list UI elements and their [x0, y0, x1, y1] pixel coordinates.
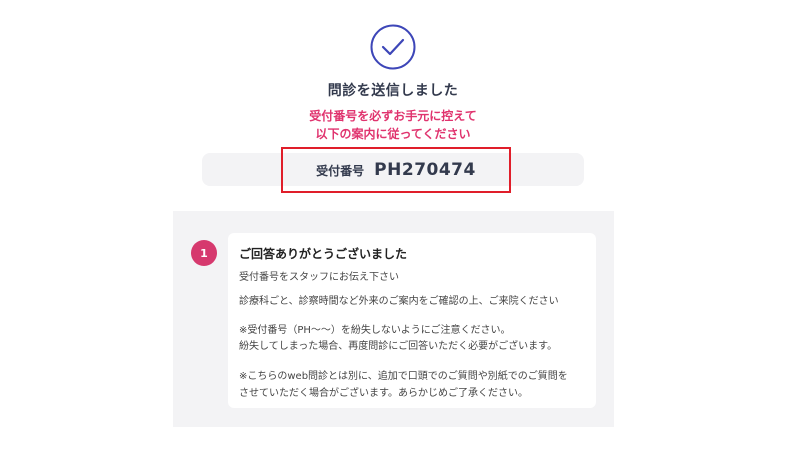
card-heading: ご回答ありがとうございました [239, 247, 408, 261]
receipt-number-label: 受付番号 [316, 163, 365, 178]
card-line: 紛失してしまった場合、再度問診にご回答いただく必要がございます。 [239, 341, 558, 352]
completion-page: 問診を送信しました 受付番号を必ずお手元に控えて 以下の案内に従ってください 受… [0, 0, 800, 450]
notice-line-1: 受付番号を必ずお手元に控えて [309, 109, 477, 123]
receipt-number-highlight: 受付番号 PH270474 [281, 147, 511, 193]
card-line: ※受付番号（PH〜〜）を紛失しないようにご注意ください。 [239, 325, 511, 336]
info-card: ご回答ありがとうございました 受付番号をスタッフにお伝え下さい 診療科ごと、診察… [228, 233, 596, 408]
card-line: させていただく場合がございます。あらかじめご了承ください。 [239, 388, 528, 399]
notice-line-2: 以下の案内に従ってください [315, 127, 471, 141]
check-circle-icon [370, 24, 416, 70]
notice-message: 受付番号を必ずお手元に控えて 以下の案内に従ってください [0, 107, 786, 143]
card-line: ※こちらのweb問診とは別に、追加で口頭でのご質問や別紙でのご質問を [239, 371, 568, 382]
receipt-number-value: PH270474 [374, 160, 476, 180]
page-title: 問診を送信しました [327, 83, 459, 99]
step-number-badge: 1 [191, 240, 217, 266]
card-line: 診療科ごと、診察時間など外来のご案内をご確認の上、ご来院ください [239, 296, 559, 307]
card-line: 受付番号をスタッフにお伝え下さい [239, 272, 399, 283]
